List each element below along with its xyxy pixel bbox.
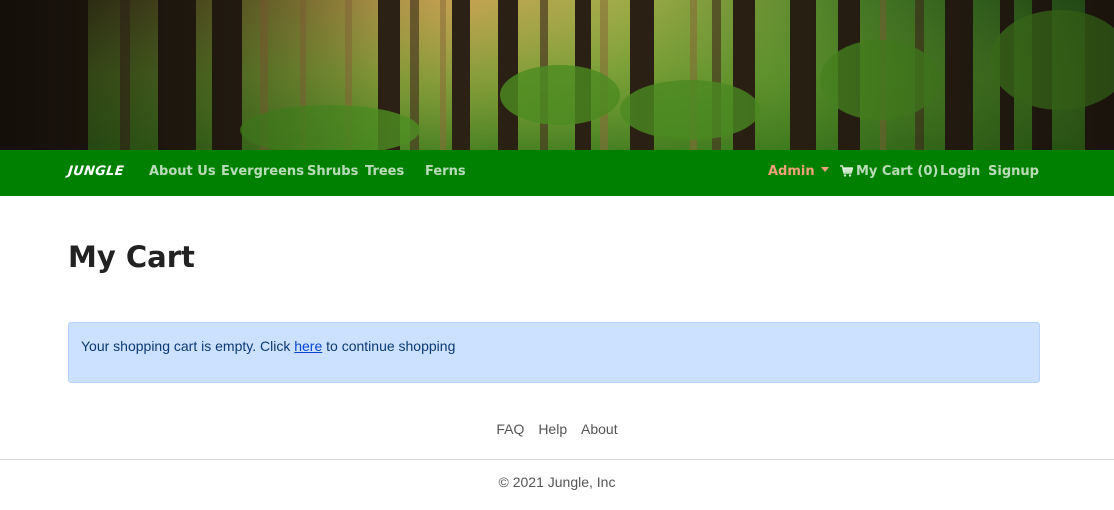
page-title: My Cart bbox=[68, 240, 195, 274]
brand-logo-link[interactable]: JUNGLE bbox=[67, 164, 124, 179]
hero-banner-image bbox=[0, 0, 1114, 150]
footer-link-about[interactable]: About bbox=[581, 421, 618, 437]
signup-link[interactable]: Signup bbox=[988, 164, 1039, 179]
footer-links: FAQ Help About bbox=[0, 421, 1114, 437]
nav-link-ferns[interactable]: Ferns bbox=[425, 164, 466, 179]
nav-link-trees[interactable]: Trees bbox=[365, 164, 404, 179]
nav-link-evergreens[interactable]: Evergreens bbox=[221, 164, 304, 179]
my-cart-label: My Cart (0) bbox=[856, 164, 939, 179]
nav-link-about-us[interactable]: About Us bbox=[149, 164, 216, 179]
footer-link-help[interactable]: Help bbox=[538, 421, 567, 437]
main-navbar: JUNGLE About Us Evergreens Shrubs Trees … bbox=[0, 150, 1114, 196]
admin-dropdown-toggle[interactable]: Admin bbox=[768, 164, 829, 179]
chevron-down-icon bbox=[820, 167, 829, 172]
my-cart-link[interactable]: My Cart (0) bbox=[840, 164, 938, 179]
admin-label: Admin bbox=[768, 164, 815, 179]
copyright-text: © 2021 Jungle, Inc bbox=[498, 474, 616, 490]
nav-link-shrubs[interactable]: Shrubs bbox=[307, 164, 358, 179]
continue-shopping-link[interactable]: here bbox=[294, 338, 322, 354]
empty-cart-alert: Your shopping cart is empty. Click here … bbox=[68, 322, 1040, 383]
login-link[interactable]: Login bbox=[940, 164, 980, 179]
footer-link-faq[interactable]: FAQ bbox=[496, 421, 524, 437]
footer-divider bbox=[0, 459, 1114, 460]
alert-text-prefix: Your shopping cart is empty. Click bbox=[81, 338, 295, 354]
alert-text-suffix: to continue shopping bbox=[322, 338, 456, 354]
shopping-cart-icon bbox=[840, 165, 853, 177]
